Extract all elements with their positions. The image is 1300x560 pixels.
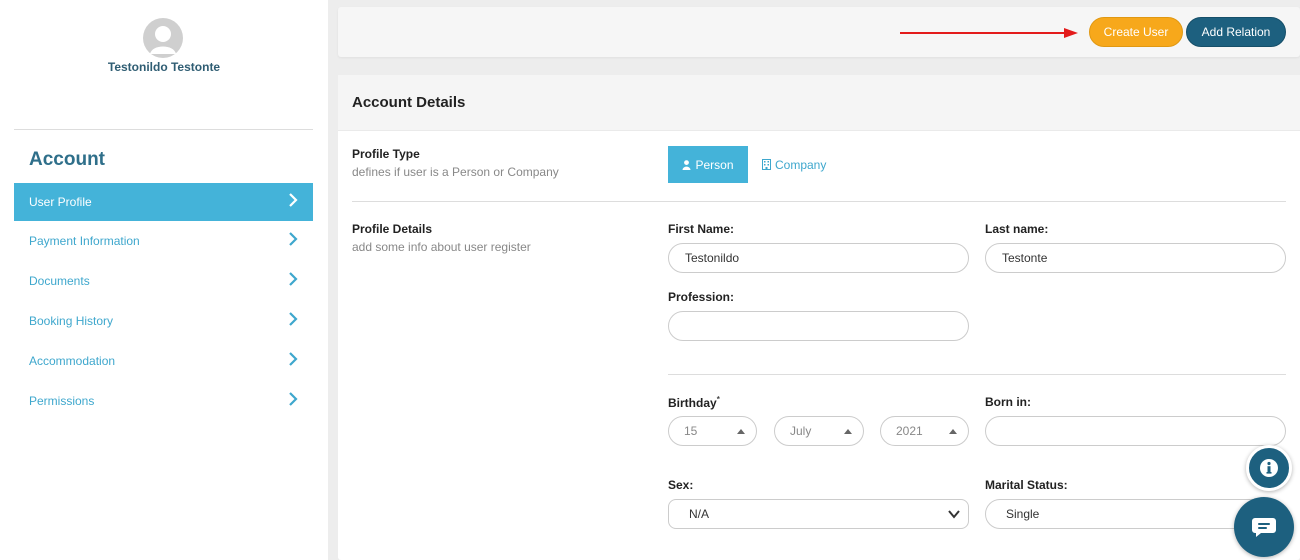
arrow-right-icon [900, 28, 1078, 38]
profile-type-person-button[interactable]: Person [668, 146, 748, 183]
sidebar-item-label: Documents [29, 274, 90, 288]
sidebar-item-payment-information[interactable]: Payment Information [14, 222, 313, 260]
birthday-year-select[interactable]: 2021 [880, 416, 969, 446]
birthday-label-text: Birthday [668, 396, 717, 410]
last-name-field[interactable]: Testonte [985, 243, 1286, 273]
chevron-right-icon [289, 232, 298, 246]
birthday-year-value: 2021 [896, 424, 923, 438]
sex-label: Sex: [668, 478, 694, 492]
required-marker: * [716, 395, 720, 404]
sidebar-item-permissions[interactable]: Permissions [14, 382, 313, 420]
avatar-icon [143, 18, 183, 58]
chat-button[interactable] [1234, 497, 1294, 557]
birthday-month-value: July [790, 424, 812, 438]
caret-up-icon [844, 429, 852, 434]
profile-details-title: Profile Details [352, 222, 433, 236]
profile-type-subtitle: defines if user is a Person or Company [352, 165, 559, 179]
panel-header: Account Details [338, 75, 1300, 131]
caret-up-icon [737, 429, 745, 434]
sex-value: N/A [689, 507, 710, 521]
account-heading: Account [29, 149, 105, 170]
person-label: Person [695, 157, 734, 172]
chevron-down-icon [948, 510, 960, 519]
birthday-day-select[interactable]: 15 [668, 416, 757, 446]
sidebar-divider [14, 129, 313, 130]
info-button[interactable] [1246, 445, 1292, 491]
birthday-label: Birthday* [668, 395, 720, 410]
building-icon [762, 159, 771, 170]
marital-status-label: Marital Status: [985, 478, 1068, 492]
profile-type-company-button[interactable]: Company [762, 146, 842, 183]
add-relation-button[interactable]: Add Relation [1186, 17, 1286, 47]
sidebar-item-label: Accommodation [29, 354, 116, 368]
sidebar-item-accommodation[interactable]: Accommodation [14, 342, 313, 380]
last-name-label: Last name: [985, 222, 1049, 236]
profession-field[interactable] [668, 311, 969, 341]
marital-status-value: Single [1006, 507, 1040, 521]
sidebar-item-label: Permissions [29, 394, 95, 408]
sidebar: Testonildo Testonte Account User Profile… [0, 0, 328, 560]
create-user-button[interactable]: Create User [1089, 17, 1183, 47]
sidebar-item-documents[interactable]: Documents [14, 262, 313, 300]
user-name: Testonildo Testonte [107, 60, 221, 74]
divider [352, 201, 1286, 202]
sidebar-item-booking-history[interactable]: Booking History [14, 302, 313, 340]
chevron-right-icon [289, 312, 298, 326]
sidebar-item-label: Booking History [29, 314, 114, 328]
profession-label: Profession: [668, 290, 735, 304]
info-icon [1260, 459, 1278, 477]
birthday-month-select[interactable]: July [774, 416, 864, 446]
profile-details-subtitle: add some info about user register [352, 240, 531, 254]
divider [668, 374, 1286, 375]
person-icon [682, 159, 691, 170]
born-in-field[interactable] [985, 416, 1286, 446]
chat-icon [1252, 518, 1276, 537]
caret-up-icon [949, 429, 957, 434]
chevron-right-icon [289, 352, 298, 366]
chevron-right-icon [289, 193, 298, 207]
chevron-right-icon [289, 272, 298, 286]
first-name-label: First Name: [668, 222, 735, 236]
sidebar-item-user-profile[interactable]: User Profile [14, 183, 313, 221]
sidebar-item-label: User Profile [29, 195, 92, 209]
profile-type-title: Profile Type [352, 147, 420, 161]
first-name-field[interactable]: Testonildo [668, 243, 969, 273]
sidebar-item-label: Payment Information [29, 234, 140, 248]
panel-title: Account Details [352, 94, 466, 111]
birthday-day-value: 15 [684, 424, 698, 438]
chevron-right-icon [289, 392, 298, 406]
sex-select[interactable]: N/A [668, 499, 969, 529]
born-in-label: Born in: [985, 395, 1031, 409]
account-details-panel: Account Details Profile Type defines if … [338, 75, 1300, 560]
company-label: Company [775, 157, 827, 172]
